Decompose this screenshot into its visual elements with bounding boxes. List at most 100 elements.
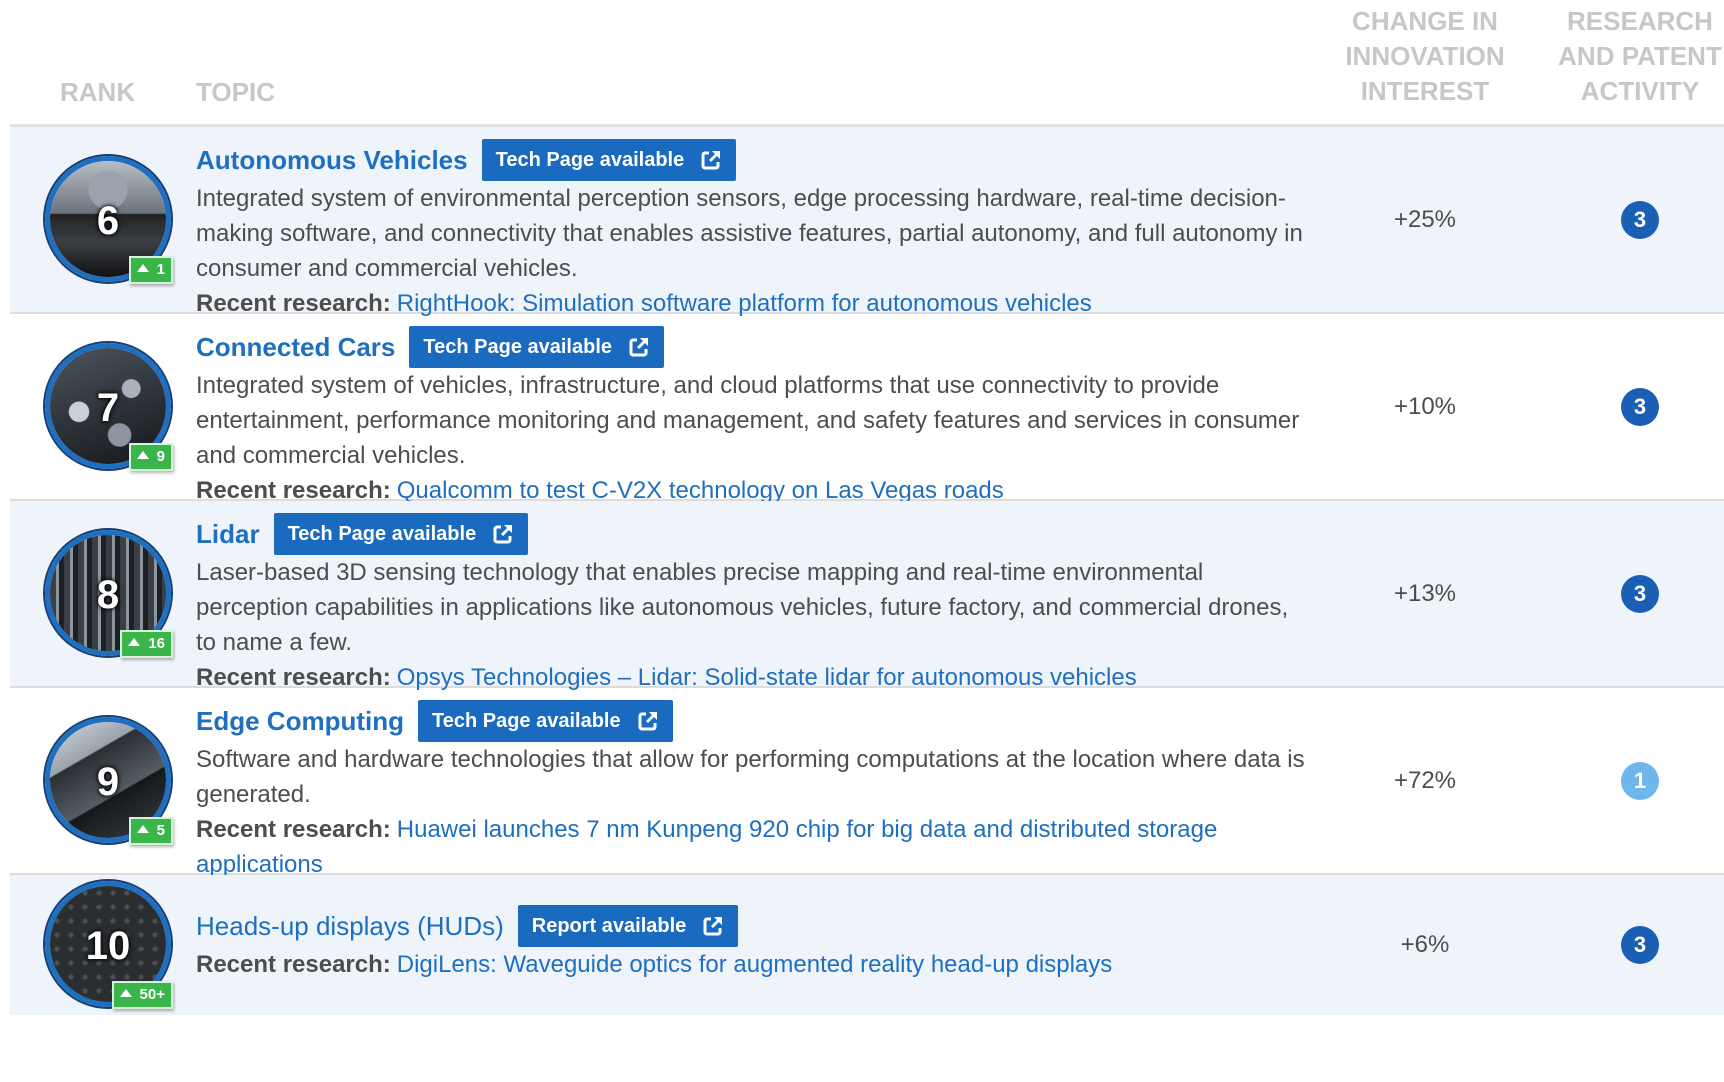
research-activity-badge[interactable]: 3 bbox=[1621, 387, 1659, 426]
up-arrow-icon bbox=[136, 450, 149, 459]
tech-page-button[interactable]: Tech Page available bbox=[481, 139, 737, 181]
research-cell: 3 bbox=[1540, 501, 1724, 686]
header-rank: Rank bbox=[60, 77, 136, 107]
topic-description: Integrated system of environmental perce… bbox=[196, 185, 1303, 282]
rank-cell: 9 5 bbox=[35, 688, 175, 873]
movement-value: 9 bbox=[156, 447, 165, 465]
topic-title-link[interactable]: Lidar bbox=[196, 519, 260, 550]
tech-page-label: Tech Page available bbox=[287, 522, 477, 545]
table-row: 7 9 Connected Cars Tech Page available I… bbox=[10, 314, 1724, 504]
report-label: Report available bbox=[531, 914, 687, 937]
title-line: Autonomous Vehicles Tech Page available bbox=[196, 139, 1311, 181]
research-cell: 3 bbox=[1540, 314, 1724, 499]
external-link-icon bbox=[629, 338, 649, 357]
topic-description: Laser-based 3D sensing technology that e… bbox=[196, 559, 1289, 656]
trends-table: Rank Topic Change in innovation interest… bbox=[10, 0, 1724, 1015]
tech-page-button[interactable]: Tech Page available bbox=[417, 700, 673, 742]
recent-research-label: Recent research: bbox=[196, 951, 391, 978]
external-link-icon bbox=[703, 917, 723, 936]
research-cell: 3 bbox=[1540, 127, 1724, 312]
title-line: Lidar Tech Page available bbox=[196, 513, 1311, 555]
rank-number: 8 bbox=[96, 572, 120, 617]
title-line: Heads-up displays (HUDs) Report availabl… bbox=[196, 905, 1311, 947]
recent-research-link[interactable]: RightHook: Simulation software platform … bbox=[397, 290, 1092, 317]
recent-research-label: Recent research: bbox=[196, 816, 391, 843]
movement-badge: 1 bbox=[128, 255, 173, 284]
research-activity-badge[interactable]: 3 bbox=[1621, 574, 1659, 613]
topic-description: Integrated system of vehicles, infrastru… bbox=[196, 372, 1300, 469]
rank-number: 10 bbox=[85, 924, 131, 968]
table-row: 10 50+ Heads-up displays (HUDs) Report a… bbox=[10, 875, 1724, 1015]
recent-research: Recent research: DigiLens: Waveguide opti… bbox=[196, 947, 1311, 982]
change-value: +13% bbox=[1393, 579, 1457, 607]
external-link-icon bbox=[701, 151, 721, 170]
rank-number: 7 bbox=[96, 385, 120, 430]
title-line: Edge Computing Tech Page available bbox=[196, 700, 1311, 742]
topic-cell: Edge Computing Tech Page available Softw… bbox=[196, 688, 1311, 894]
header-change-line2: innovation bbox=[1345, 41, 1505, 71]
rank-number: 9 bbox=[96, 759, 120, 804]
topic-cell: Heads-up displays (HUDs) Report availabl… bbox=[196, 875, 1311, 994]
change-value: +25% bbox=[1393, 205, 1457, 233]
recent-research-link[interactable]: Qualcomm to test C-V2X technology on Las… bbox=[397, 477, 1004, 504]
change-value: +10% bbox=[1393, 392, 1457, 420]
topic-title-link[interactable]: Heads-up displays (HUDs) bbox=[196, 911, 504, 942]
report-button[interactable]: Report available bbox=[517, 905, 739, 947]
recent-research-label: Recent research: bbox=[196, 664, 391, 691]
rank-cell: 7 9 bbox=[35, 314, 175, 499]
recent-research-label: Recent research: bbox=[196, 477, 391, 504]
up-arrow-icon bbox=[119, 989, 132, 997]
recent-research-link[interactable]: Opsys Technologies – Lidar: Solid-state … bbox=[397, 664, 1137, 691]
up-arrow-icon bbox=[128, 637, 141, 646]
tech-page-button[interactable]: Tech Page available bbox=[273, 513, 529, 555]
topic-cell: Lidar Tech Page available Laser-based 3D… bbox=[196, 501, 1311, 707]
change-value: +72% bbox=[1393, 766, 1457, 794]
header-change-line3: interest bbox=[1360, 76, 1490, 106]
header-topic: Topic bbox=[196, 77, 275, 107]
rank-badge[interactable]: 10 50+ bbox=[45, 881, 173, 1009]
rank-badge[interactable]: 9 5 bbox=[45, 716, 173, 845]
recent-research: Recent research: Huawei launches 7 nm Kun… bbox=[196, 812, 1311, 882]
movement-value: 50+ bbox=[139, 986, 165, 1003]
topic-title-link[interactable]: Connected Cars bbox=[196, 332, 395, 363]
header-research: Research and patent activity bbox=[1540, 4, 1724, 109]
change-value: +6% bbox=[1400, 931, 1450, 958]
header-research-line3: activity bbox=[1580, 76, 1700, 106]
header-research-line1: Research bbox=[1567, 6, 1713, 36]
movement-badge: 9 bbox=[128, 442, 173, 471]
tech-page-label: Tech Page available bbox=[495, 148, 685, 171]
rank-cell: 10 50+ bbox=[35, 875, 175, 1015]
external-link-icon bbox=[638, 712, 657, 731]
research-activity-badge[interactable]: 3 bbox=[1621, 200, 1659, 239]
recent-research-link[interactable]: DigiLens: Waveguide optics for augmented… bbox=[397, 951, 1113, 978]
movement-badge: 16 bbox=[120, 629, 173, 658]
title-line: Connected Cars Tech Page available bbox=[196, 326, 1311, 368]
external-link-icon bbox=[493, 525, 513, 544]
research-cell: 1 bbox=[1540, 688, 1724, 873]
research-cell: 3 bbox=[1540, 875, 1724, 1015]
tech-page-button[interactable]: Tech Page available bbox=[409, 326, 665, 368]
movement-value: 16 bbox=[148, 634, 165, 652]
tech-page-label: Tech Page available bbox=[423, 335, 613, 358]
tech-page-label: Tech Page available bbox=[431, 709, 621, 732]
header-research-line2: and patent bbox=[1558, 41, 1722, 71]
topic-cell: Autonomous Vehicles Tech Page available … bbox=[196, 127, 1311, 333]
rank-badge[interactable]: 7 9 bbox=[45, 342, 173, 471]
research-activity-badge[interactable]: 1 bbox=[1621, 761, 1659, 800]
up-arrow-icon bbox=[136, 263, 149, 272]
header-change: Change in innovation interest bbox=[1325, 4, 1525, 109]
topic-description: Software and hardware technologies that … bbox=[196, 746, 1305, 808]
rank-number: 6 bbox=[96, 198, 120, 243]
movement-badge: 5 bbox=[128, 816, 173, 845]
rank-cell: 8 16 bbox=[35, 501, 175, 686]
topic-title-link[interactable]: Edge Computing bbox=[196, 706, 404, 737]
movement-badge: 50+ bbox=[111, 981, 173, 1009]
topic-title-link[interactable]: Autonomous Vehicles bbox=[196, 145, 468, 176]
table-row: 8 16 Lidar Tech Page available Laser-bas… bbox=[10, 501, 1724, 691]
rank-badge[interactable]: 8 16 bbox=[45, 529, 173, 658]
header-change-line1: Change in bbox=[1352, 6, 1498, 36]
rank-badge[interactable]: 6 1 bbox=[45, 155, 173, 284]
movement-value: 1 bbox=[156, 260, 165, 278]
table-row: 9 5 Edge Computing Tech Page available S… bbox=[10, 688, 1724, 878]
research-activity-badge[interactable]: 3 bbox=[1621, 926, 1659, 964]
